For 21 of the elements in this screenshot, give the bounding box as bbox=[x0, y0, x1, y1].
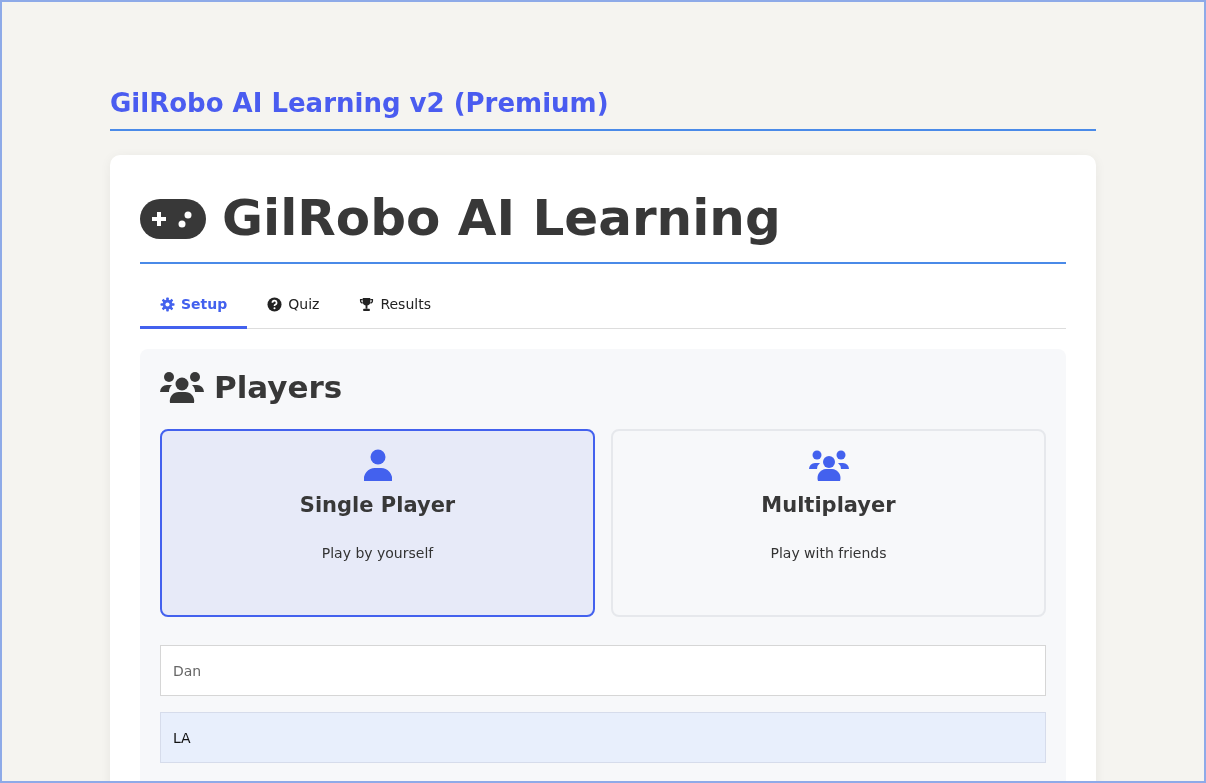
location-field[interactable]: LA bbox=[160, 712, 1046, 764]
gear-icon bbox=[160, 296, 175, 312]
question-icon bbox=[267, 296, 283, 312]
tab[interactable]: Results bbox=[339, 286, 451, 330]
tab[interactable]: Quiz bbox=[247, 286, 340, 330]
mode-description: Play with friends bbox=[770, 545, 887, 562]
users-icon bbox=[160, 370, 204, 405]
mode-description: Play by yourself bbox=[321, 545, 434, 562]
trophy-icon bbox=[359, 296, 375, 312]
gamepad-icon bbox=[140, 198, 206, 239]
page-title: GilRobo AI Learning v2 (Premium) bbox=[110, 88, 1096, 132]
mode-title: Multiplayer bbox=[761, 493, 896, 518]
app-title: GilRobo AI Learning bbox=[222, 191, 781, 247]
user-icon bbox=[363, 449, 392, 482]
mode-option[interactable]: Single Player Play by yourself bbox=[160, 429, 595, 618]
mode-option[interactable]: Multiplayer Play with friends bbox=[611, 429, 1046, 618]
mode-title: Single Player bbox=[299, 493, 456, 518]
name-field[interactable]: Dan bbox=[160, 645, 1046, 697]
users-icon bbox=[808, 449, 849, 482]
section-title: Players bbox=[214, 369, 343, 406]
tab[interactable]: Setup bbox=[140, 286, 248, 330]
